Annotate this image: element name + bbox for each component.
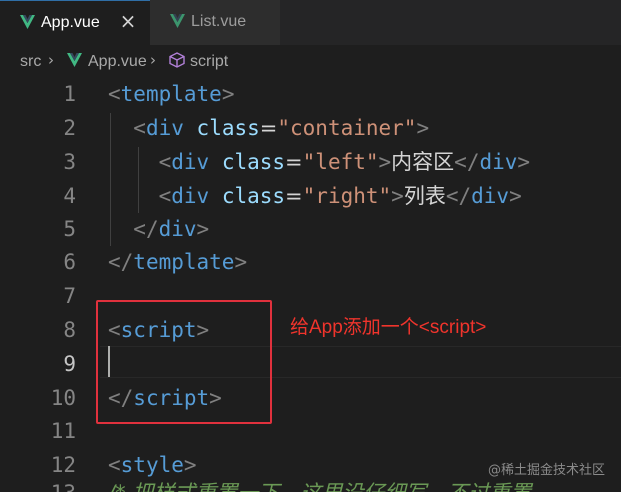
attribute-value: "right" (302, 184, 392, 208)
code-line[interactable]: 6 </template> (0, 245, 621, 279)
punctuation: > (416, 116, 430, 140)
annotation-text: 给App添加一个<script> (290, 317, 487, 338)
line-number: 12 (50, 453, 76, 477)
tab-label: List.vue (191, 13, 247, 30)
punctuation: </ (108, 250, 134, 274)
punctuation: < (158, 150, 172, 174)
tag-name: template (133, 250, 235, 274)
code-line[interactable]: 11 (0, 414, 621, 448)
chevron-right-icon: › (150, 51, 156, 69)
vue-icon (20, 15, 35, 29)
tag-name: div (171, 150, 210, 174)
line-code: <div class="left">内容区</div> (108, 149, 530, 175)
punctuation: > (196, 217, 210, 241)
code-line[interactable]: 1 <template> (0, 77, 621, 111)
breadcrumb-symbol[interactable]: script (190, 53, 228, 71)
vue-icon (67, 53, 82, 67)
equals: = (285, 184, 303, 208)
tag-name: div (471, 184, 510, 208)
line-number: 1 (63, 82, 76, 106)
punctuation: > (183, 453, 197, 477)
tag-name: div (145, 116, 184, 140)
punctuation: > (517, 150, 531, 174)
punctuation: < (108, 453, 121, 477)
code-comment: /* 把样式重置一下，这里没仔细写，不过重置 (108, 480, 531, 492)
line-code: <div class="container"> (108, 115, 429, 141)
attribute-name: class (221, 184, 286, 208)
attribute-value: "container" (277, 116, 417, 140)
code-line[interactable]: 10 </script> (0, 381, 621, 415)
punctuation: </ (445, 184, 472, 208)
code-line[interactable]: 13 /* 把样式重置一下，这里没仔细写，不过重置 (0, 476, 621, 492)
tab-list-vue[interactable]: List.vue (150, 0, 280, 45)
line-number: 6 (63, 250, 76, 274)
line-number: 11 (50, 419, 76, 443)
breadcrumb-file[interactable]: App.vue (88, 53, 147, 71)
line-number: 5 (63, 217, 76, 241)
code-line[interactable]: 7 (0, 279, 621, 313)
code-line[interactable]: 2 <div class="container"> (0, 111, 621, 145)
punctuation: > (378, 150, 392, 174)
punctuation: > (234, 250, 248, 274)
code-line[interactable]: 9 (0, 347, 621, 381)
attribute-value: "left" (302, 150, 379, 174)
breadcrumb-folder[interactable]: src (20, 53, 41, 71)
breadcrumb: src › App.vue › script (0, 45, 621, 77)
tab-label: App.vue (41, 14, 100, 31)
annotation-highlight-box (96, 300, 272, 424)
punctuation: < (133, 116, 146, 140)
line-code: <style> (108, 452, 197, 478)
equals: = (285, 150, 303, 174)
line-number: 3 (63, 150, 76, 174)
punctuation: > (509, 184, 522, 208)
line-number: 10 (50, 386, 76, 410)
attribute-name: class (196, 116, 260, 140)
equals: = (259, 116, 278, 140)
punctuation: > (391, 184, 404, 208)
line-code: </div> (108, 216, 209, 242)
punctuation: </ (454, 150, 480, 174)
punctuation: </ (133, 217, 159, 241)
tag-name: div (158, 217, 197, 241)
line-number: 8 (63, 318, 76, 342)
code-line[interactable]: 3 <div class="left">内容区</div> (0, 145, 621, 179)
line-code: <template> (108, 81, 234, 107)
tag-name: style (120, 453, 184, 477)
cube-icon (169, 52, 185, 68)
line-number: 4 (63, 184, 76, 208)
line-number: 9 (63, 352, 76, 376)
tag-name: template (120, 82, 222, 106)
chevron-right-icon: › (48, 51, 54, 69)
close-icon[interactable]: × (119, 11, 137, 31)
code-line[interactable]: 5 </div> (0, 212, 621, 246)
tab-bar: App.vue × List.vue (0, 0, 621, 45)
line-code: </template> (108, 249, 247, 275)
attribute-name: class (221, 150, 286, 174)
vue-icon (170, 14, 185, 28)
line-number: 7 (63, 284, 76, 308)
code-line[interactable]: 4 <div class="right">列表</div> (0, 179, 621, 213)
punctuation: < (158, 184, 172, 208)
element-text: 内容区 (391, 150, 455, 174)
line-number: 2 (63, 116, 76, 140)
watermark: @稀土掘金技术社区 (487, 463, 605, 478)
tag-name: div (171, 184, 210, 208)
punctuation: > (221, 82, 235, 106)
element-text: 列表 (403, 184, 446, 208)
tag-name: div (479, 150, 518, 174)
tab-app-vue[interactable]: App.vue × (0, 0, 150, 45)
punctuation: < (108, 82, 121, 106)
line-code: <div class="right">列表</div> (108, 183, 522, 209)
line-number: 13 (16, 480, 76, 492)
